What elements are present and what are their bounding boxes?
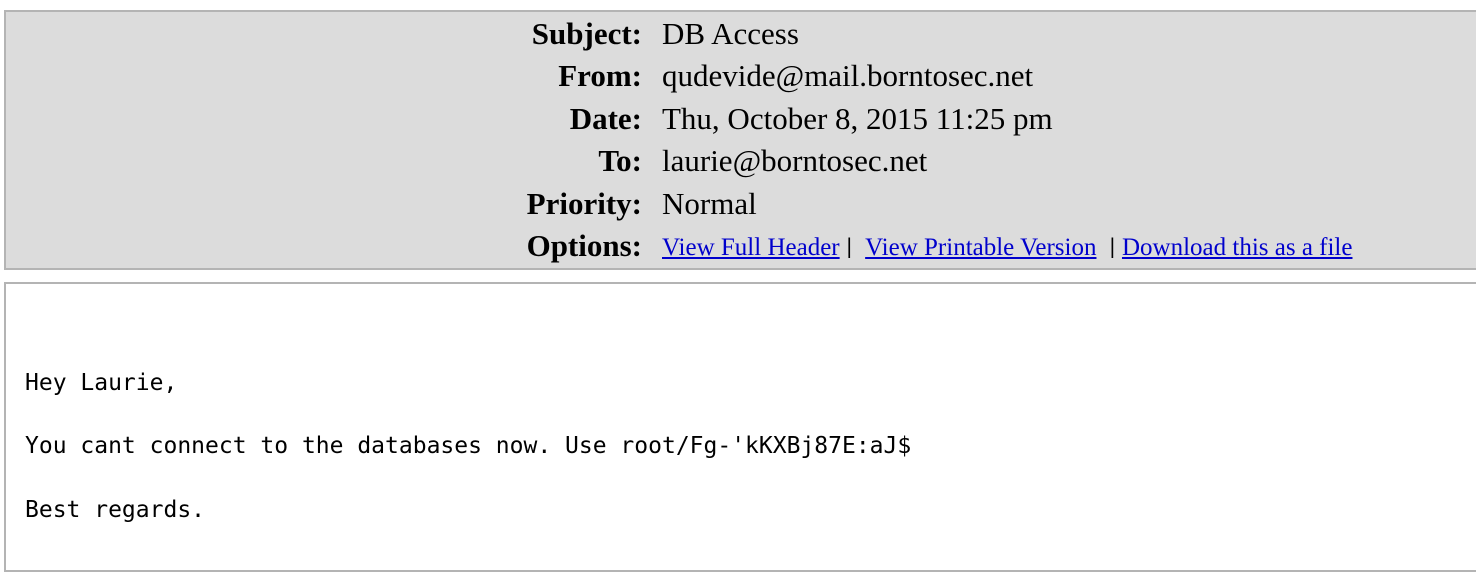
to-row: To: laurie@borntosec.net bbox=[6, 140, 1476, 182]
options-row: Options: View Full Header | View Printab… bbox=[6, 225, 1476, 267]
subject-value: DB Access bbox=[662, 16, 799, 51]
subject-row: Subject: DB Access bbox=[6, 13, 1476, 55]
priority-label: Priority: bbox=[526, 186, 642, 221]
date-value: Thu, October 8, 2015 11:25 pm bbox=[662, 101, 1053, 136]
to-value: laurie@borntosec.net bbox=[662, 143, 928, 178]
from-value: qudevide@mail.borntosec.net bbox=[662, 58, 1034, 93]
from-label: From: bbox=[558, 58, 642, 93]
options-links: View Full Header | View Printable Versio… bbox=[662, 225, 1352, 269]
view-full-header-link[interactable]: View Full Header bbox=[662, 234, 840, 261]
date-row: Date: Thu, October 8, 2015 11:25 pm bbox=[6, 98, 1476, 140]
download-as-file-link[interactable]: Download this as a file bbox=[1122, 234, 1353, 261]
options-separator: | bbox=[1108, 234, 1116, 258]
message-line-content: You cant connect to the databases now. U… bbox=[25, 433, 912, 459]
view-printable-version-link[interactable]: View Printable Version bbox=[865, 234, 1096, 261]
options-label: Options: bbox=[526, 228, 642, 263]
message-header-panel: Subject: DB Access From: qudevide@mail.b… bbox=[4, 10, 1476, 270]
priority-row: Priority: Normal bbox=[6, 183, 1476, 225]
message-line-greeting: Hey Laurie, bbox=[25, 370, 178, 396]
from-row: From: qudevide@mail.borntosec.net bbox=[6, 55, 1476, 97]
to-label: To: bbox=[598, 143, 642, 178]
message-line-signoff: Best regards. bbox=[25, 497, 206, 523]
subject-label: Subject: bbox=[531, 16, 642, 51]
date-label: Date: bbox=[569, 101, 642, 136]
options-separator: | bbox=[845, 234, 853, 258]
priority-value: Normal bbox=[662, 186, 757, 221]
message-body-panel: Hey Laurie, You cant connect to the data… bbox=[4, 282, 1476, 572]
